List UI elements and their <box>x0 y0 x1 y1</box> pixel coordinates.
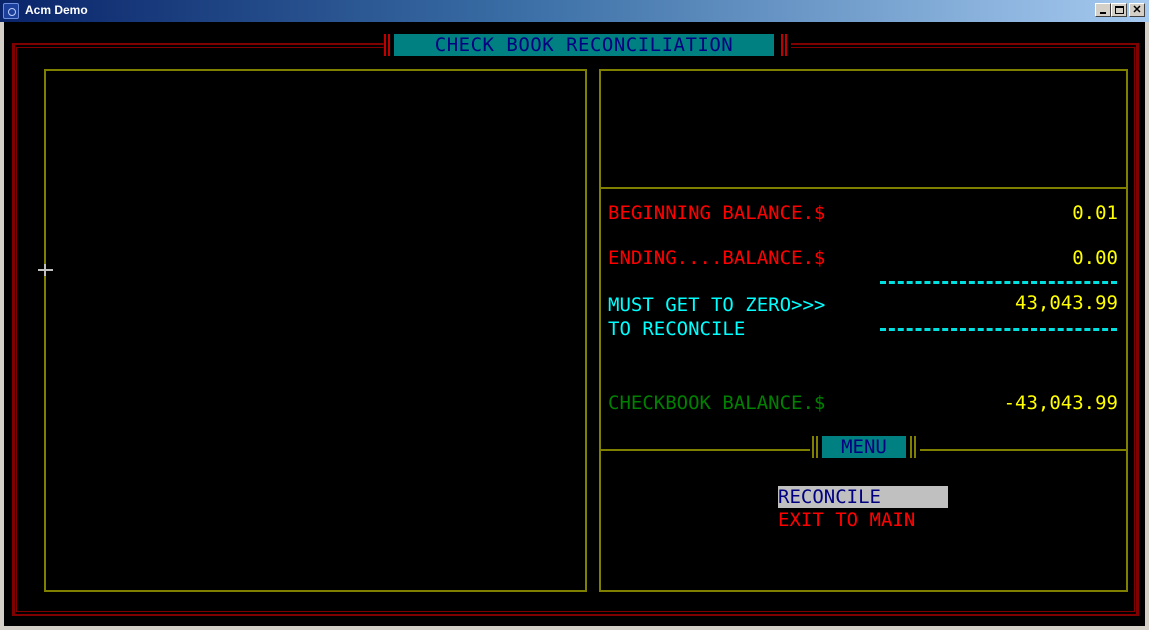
menu-item-exit-to-main[interactable]: EXIT TO MAIN <box>778 509 948 531</box>
window-titlebar[interactable]: Acm Demo ✕ <box>0 0 1149 22</box>
window-title: Acm Demo <box>25 3 88 17</box>
app-icon[interactable] <box>3 3 19 19</box>
checkbook-balance-label: CHECKBOOK BALANCE.$ <box>608 392 826 414</box>
screen-title-tab: CHECK BOOK RECONCILIATION <box>383 34 791 58</box>
must-get-to-zero-label: MUST GET TO ZERO>>> <box>608 294 826 316</box>
close-icon: ✕ <box>1132 4 1142 16</box>
ending-balance-value: 0.00 <box>1072 247 1118 269</box>
minimize-icon <box>1100 12 1106 14</box>
difference-value: 43,043.99 <box>1015 292 1118 314</box>
separator-dashes-bottom <box>880 328 1117 331</box>
menu-item-reconcile[interactable]: RECONCILE <box>778 486 948 508</box>
menu-tab-left-bar <box>812 436 818 458</box>
left-panel <box>44 69 587 592</box>
beginning-balance-value: 0.01 <box>1072 202 1118 224</box>
to-reconcile-label: TO RECONCILE <box>608 318 746 340</box>
menu-title: MENU <box>822 436 906 458</box>
checkbook-balance-value: -43,043.99 <box>1003 392 1118 414</box>
right-panel-divider-top <box>601 187 1126 189</box>
maximize-button[interactable] <box>1111 3 1127 17</box>
ending-balance-label: ENDING....BALANCE.$ <box>608 247 826 269</box>
title-tab-right-bar <box>781 34 787 56</box>
screen-title: CHECK BOOK RECONCILIATION <box>394 34 774 56</box>
maximize-icon <box>1115 6 1124 14</box>
text-cursor <box>38 264 53 276</box>
close-button[interactable]: ✕ <box>1129 3 1145 17</box>
separator-dashes-top <box>880 281 1117 284</box>
menu-tab-right-bar <box>910 436 916 458</box>
menu-title-tab: MENU <box>810 436 920 460</box>
minimize-button[interactable] <box>1095 3 1111 17</box>
beginning-balance-label: BEGINNING BALANCE.$ <box>608 202 826 224</box>
title-tab-left-bar <box>384 34 390 56</box>
